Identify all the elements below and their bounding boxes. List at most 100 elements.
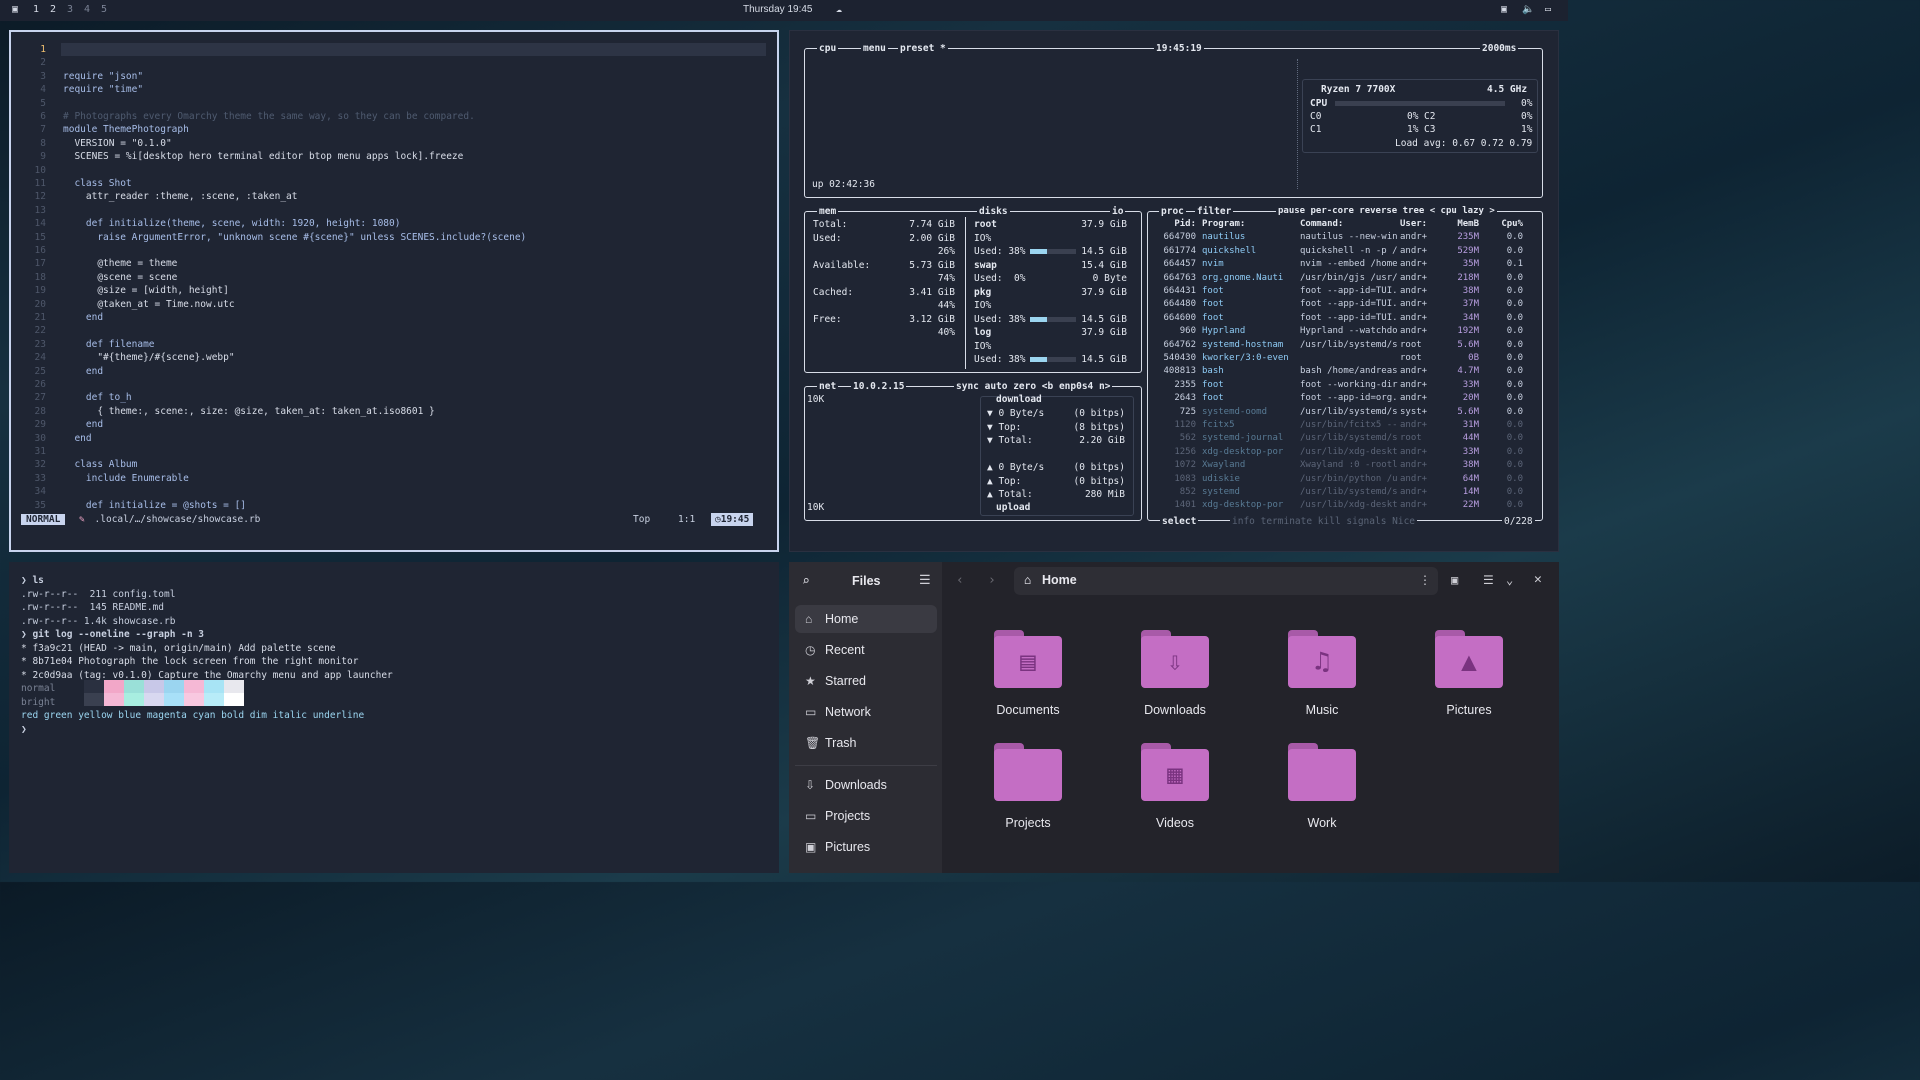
proc-row[interactable]: 1083 udiskie/usr/bin/python /u andr+ 64M 0.0 — [1152, 473, 1537, 486]
proc-row[interactable]: 1256 xdg-desktop-por/usr/lib/xdg-deskt and… — [1152, 446, 1537, 459]
folder-videos[interactable]: ▦ Videos — [1120, 743, 1230, 830]
proc-label[interactable]: proc — [1159, 206, 1186, 217]
code-line[interactable]: 32 class Album — [11, 458, 771, 471]
workspace-4[interactable]: 4 — [84, 4, 90, 15]
proc-row[interactable]: 562 systemd-journal/usr/lib/systemd/s root… — [1152, 432, 1537, 445]
clock[interactable]: Thursday 19:45 — [743, 4, 813, 15]
code-line[interactable]: 6 # Photographs every Omarchy theme the s… — [11, 110, 771, 123]
update-interval[interactable]: 2000ms — [1480, 43, 1519, 54]
code-line[interactable]: 8 VERSION = "0.1.0" — [11, 137, 771, 150]
proc-row[interactable]: 1072 Xwayland Xwayland :0 -rootl andr+ 38M 0.… — [1152, 459, 1537, 472]
code-line[interactable]: 11 class Shot — [11, 177, 771, 190]
code-line[interactable]: 27 def to_h — [11, 391, 771, 404]
proc-row[interactable]: 852 systemd/usr/lib/systemd/s andr+ 14M 0.0 — [1152, 486, 1537, 499]
proc-row[interactable]: 664431 foot foot --app-id=TUI. andr+ 38M 0.0 — [1152, 285, 1537, 298]
proc-row[interactable]: 664457 nvim nvim --embed /home andr+ 35M 0.1 — [1152, 258, 1537, 271]
proc-row[interactable]: 2643 foot foot --app-id=org. andr+ 20M 0.0 — [1152, 392, 1537, 405]
proc-row[interactable]: 1401 xdg-desktop-por/usr/lib/xdg-deskt and… — [1152, 499, 1537, 512]
code-line[interactable]: 35 def initialize = @shots = [] — [11, 499, 771, 512]
code-line[interactable]: 26 — [11, 378, 771, 391]
back-icon[interactable]: ‹ — [956, 573, 964, 588]
proc-row[interactable]: 664700 nautilus nautilus --new-win andr+ 235… — [1152, 231, 1537, 244]
io-label[interactable]: io — [1110, 206, 1126, 217]
preset-label[interactable]: preset * — [898, 43, 948, 54]
sidebar-item-home[interactable]: ⌂ Home — [795, 605, 937, 633]
code-line[interactable]: 20 @taken_at = Time.now.utc — [11, 298, 771, 311]
sidebar-item-recent[interactable]: ◷ Recent — [795, 636, 937, 664]
proc-select[interactable]: select — [1160, 516, 1199, 527]
folder-documents[interactable]: ▤ Documents — [973, 630, 1083, 717]
view-options-icon[interactable]: ▣ — [1451, 573, 1458, 587]
cpu-label[interactable]: cpu — [817, 43, 839, 54]
workspace-menu-icon[interactable]: ▣ — [12, 4, 18, 15]
proc-footer-options[interactable]: info terminate kill signals Nice — [1230, 516, 1418, 527]
workspace-5[interactable]: 5 — [101, 4, 107, 15]
location-bar[interactable]: ⌂ Home ⋮ — [1014, 567, 1438, 595]
proc-row[interactable]: 2355 foot foot --working-dir andr+ 33M 0.0 — [1152, 379, 1537, 392]
code-line[interactable]: 29 end — [11, 418, 771, 431]
code-line[interactable]: 4 require "time" — [11, 83, 771, 96]
code-line[interactable]: 5 — [11, 97, 771, 110]
folder-projects[interactable]: Projects — [973, 743, 1083, 830]
code-line[interactable]: 33 include Enumerable — [11, 472, 771, 485]
code-line[interactable]: 3 require "json" — [11, 70, 771, 83]
forward-icon[interactable]: › — [988, 573, 996, 588]
menu-icon[interactable]: ☰ — [919, 573, 931, 588]
net-label[interactable]: net — [817, 381, 839, 392]
code-line[interactable]: 7 module ThemePhotograph — [11, 123, 771, 136]
proc-row[interactable]: 661774 quickshell quickshell -n -p / andr+ 5… — [1152, 245, 1537, 258]
folder-pictures[interactable]: ▲ Pictures — [1414, 630, 1524, 717]
code-line[interactable]: 13 — [11, 204, 771, 217]
workspace-1[interactable]: 1 — [33, 4, 39, 15]
code-line[interactable]: 23 def filename — [11, 338, 771, 351]
proc-row[interactable]: 960 Hyprland Hyprland --watchdo andr+ 192M 0.… — [1152, 325, 1537, 338]
proc-row[interactable]: 1120 fcitx5/usr/bin/fcitx5 -- andr+ 31M 0.0 — [1152, 419, 1537, 432]
btop-window[interactable]: cpu menu preset * 19:45:19 2000ms up 02:… — [789, 30, 1559, 552]
screen-icon[interactable]: ▣ — [1501, 4, 1507, 15]
sidebar-item-network[interactable]: ▭ Network — [795, 698, 937, 726]
code-line[interactable]: 15 raise ArgumentError, "unknown scene #… — [11, 231, 771, 244]
folder-work[interactable]: Work — [1267, 743, 1377, 830]
terminal-window[interactable]: ❯ ls .rw-r--r-- 211 config.toml .rw-r--r--… — [9, 562, 779, 873]
files-window[interactable]: ⌕ Files ☰ ⌂ Home ◷ Recent ★ Starred ▭ Network 🗑 T… — [789, 562, 1559, 873]
folder-downloads[interactable]: ⇩ Downloads — [1120, 630, 1230, 717]
display-icon[interactable]: ▭ — [1545, 4, 1551, 15]
proc-row[interactable]: 664763 org.gnome.Nauti/usr/bin/gjs /usr/a… — [1152, 272, 1537, 285]
code-line[interactable]: 10 — [11, 164, 771, 177]
mem-label[interactable]: mem — [817, 206, 839, 217]
sidebar-item-trash[interactable]: 🗑 Trash — [795, 729, 937, 757]
code-line[interactable]: 31 — [11, 445, 771, 458]
workspace-2[interactable]: 2 — [50, 4, 56, 15]
code-line[interactable]: 28 { theme:, scene:, size: @size, taken_… — [11, 405, 771, 418]
proc-row[interactable]: 664600 foot foot --app-id=TUI. andr+ 34M 0.0 — [1152, 312, 1537, 325]
code-line[interactable]: 22 — [11, 324, 771, 337]
menu-label[interactable]: menu — [861, 43, 888, 54]
code-line[interactable]: 14 def initialize(theme, scene, width: 1… — [11, 217, 771, 230]
proc-row[interactable]: 664480 foot foot --app-id=TUI. andr+ 37M 0.0 — [1152, 298, 1537, 311]
close-icon[interactable]: ✕ — [1534, 572, 1542, 587]
code-line[interactable]: 21 end — [11, 311, 771, 324]
sidebar-item-projects[interactable]: ▭ Projects — [795, 802, 937, 830]
code-line[interactable]: 9 SCENES = %i[desktop hero terminal edit… — [11, 150, 771, 163]
sidebar-item-starred[interactable]: ★ Starred — [795, 667, 937, 695]
code-line[interactable]: 2 — [11, 56, 771, 69]
search-icon[interactable]: ⌕ — [802, 574, 810, 589]
code-line[interactable]: 17 @theme = theme — [11, 257, 771, 270]
sidebar-item-downloads[interactable]: ⇩ Downloads — [795, 771, 937, 799]
code-line[interactable]: 24 "#{theme}/#{scene}.webp" — [11, 351, 771, 364]
workspace-3[interactable]: 3 — [67, 4, 73, 15]
proc-row[interactable]: 725 systemd-oomd/usr/lib/systemd/s syst+ 5.… — [1152, 406, 1537, 419]
list-view-icon[interactable]: ☰ — [1483, 573, 1494, 587]
code-line[interactable]: 25 end — [11, 365, 771, 378]
code-line[interactable]: 34 — [11, 485, 771, 498]
net-options[interactable]: sync auto zero <b enp0s4 n> — [954, 381, 1113, 392]
chevron-down-icon[interactable]: ⌄ — [1506, 573, 1513, 587]
sidebar-item-pictures[interactable]: ▣ Pictures — [795, 833, 937, 861]
code-line[interactable]: 19 @size = [width, height] — [11, 284, 771, 297]
proc-filter[interactable]: filter — [1195, 206, 1234, 217]
code-line[interactable]: 30 end — [11, 432, 771, 445]
code-line[interactable]: 12 attr_reader :theme, :scene, :taken_at — [11, 190, 771, 203]
proc-options[interactable]: pause per-core reverse tree < cpu lazy > — [1276, 206, 1497, 217]
proc-row[interactable]: 540430 kworker/3:0-even root 0B 0.0 — [1152, 352, 1537, 365]
weather-icon[interactable]: ☁ — [836, 4, 842, 15]
